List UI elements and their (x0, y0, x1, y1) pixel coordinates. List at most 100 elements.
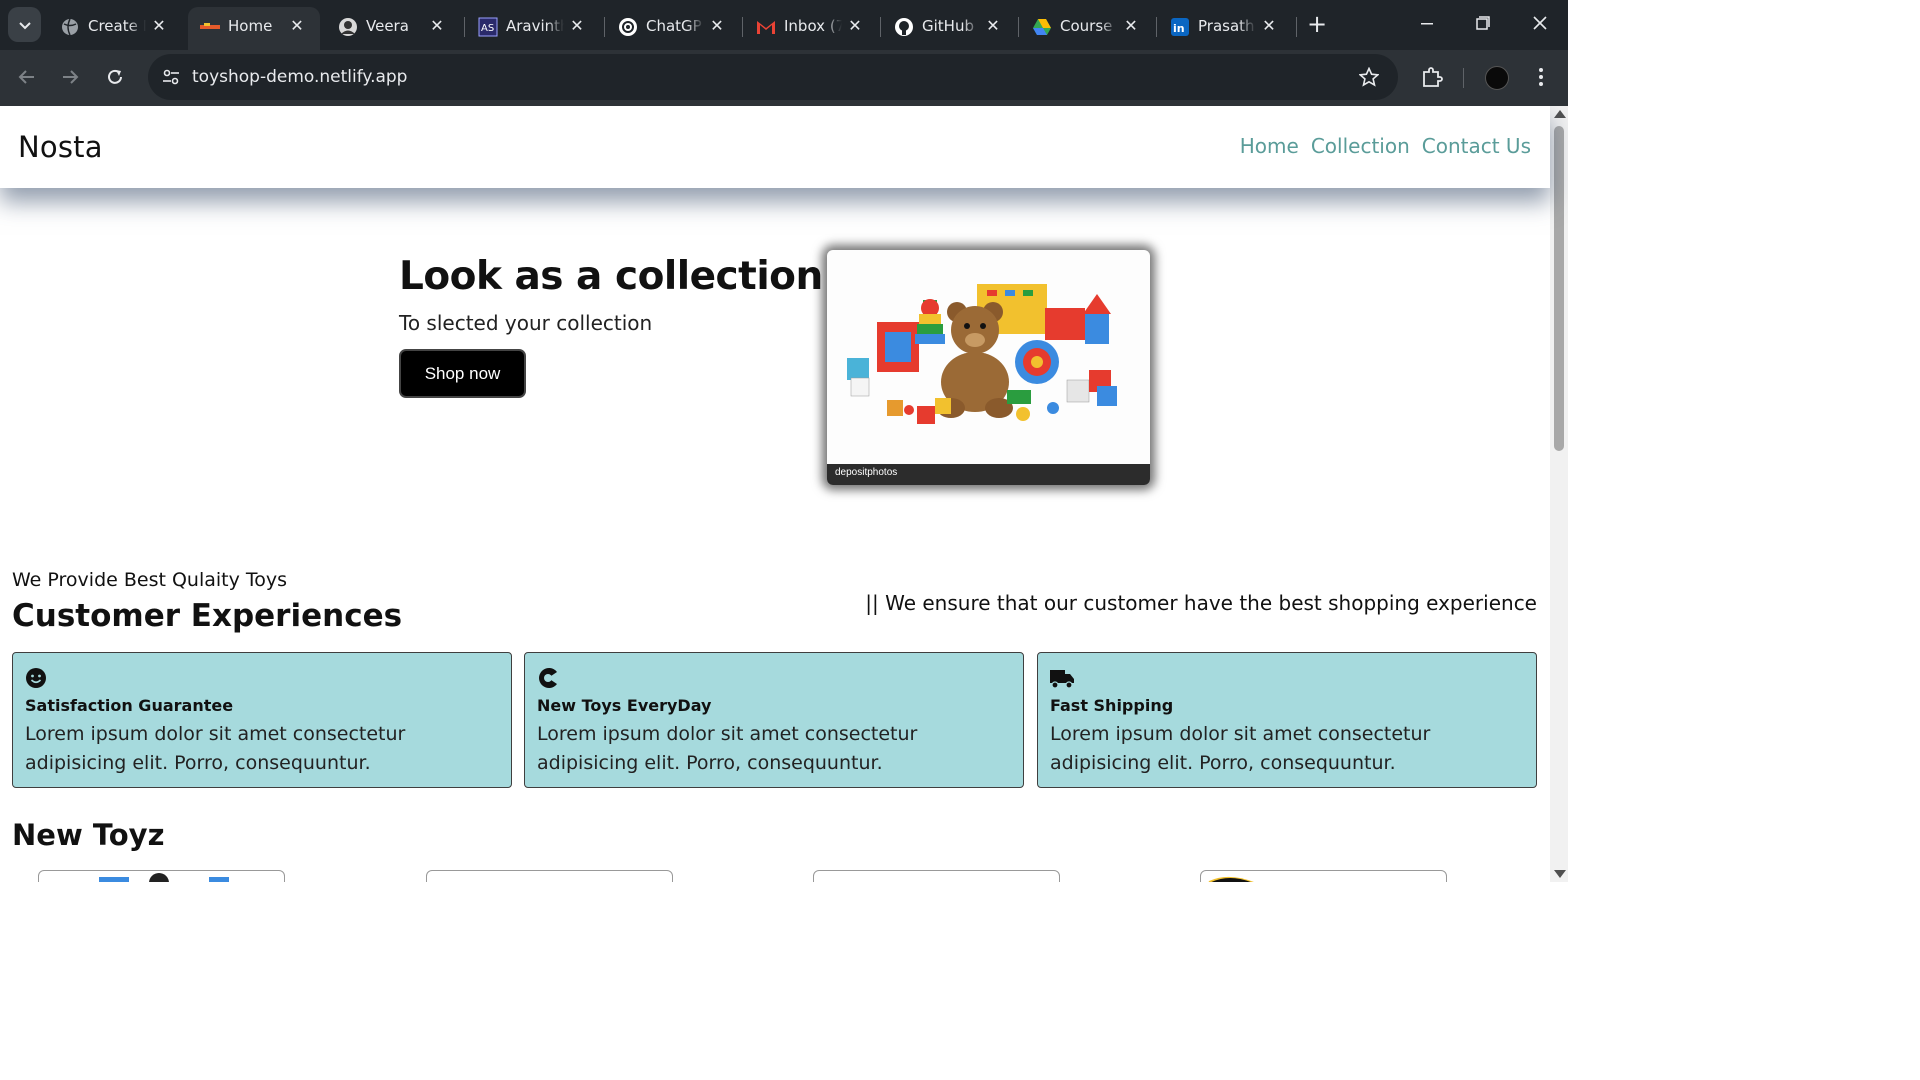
pacman-icon (539, 668, 557, 688)
feature-card-title: New Toys EveryDay (537, 696, 712, 715)
feature-card-title: Satisfaction Guarantee (25, 696, 234, 715)
linkedin-icon: in (1170, 17, 1190, 37)
feature-card: New Toys EveryDay Lorem ipsum dolor sit … (524, 652, 1024, 788)
site-logo[interactable]: Nosta (18, 130, 103, 164)
site-nav: Home Collection Contact Us (1240, 134, 1531, 158)
image-credit-bar: depositphotos (827, 464, 1150, 485)
github-icon (894, 17, 914, 37)
url-text[interactable]: toyshop-demo.netlify.app (192, 66, 407, 88)
browser-tab[interactable]: in Prasath ✕ (1158, 7, 1292, 50)
browser-tab[interactable]: AS Aravinth ✕ (466, 7, 600, 50)
tab-separator (1156, 17, 1157, 37)
tab-title: GitHub (922, 17, 974, 35)
tab-title: Aravinth (506, 17, 564, 35)
new-tab-button[interactable]: + (1304, 12, 1330, 38)
product-card[interactable] (426, 870, 673, 882)
close-icon[interactable]: ✕ (568, 17, 586, 35)
page-scrollbar[interactable] (1550, 106, 1568, 882)
browser-tab[interactable]: GitHub ✕ (882, 7, 1016, 50)
tab-title: Home (228, 17, 273, 35)
product-card[interactable] (1200, 870, 1447, 882)
minimize-button[interactable] (1414, 10, 1440, 36)
feature-card: Fast Shipping Lorem ipsum dolor sit amet… (1037, 652, 1537, 788)
smile-icon (26, 668, 46, 688)
close-icon[interactable]: ✕ (428, 17, 446, 35)
site-header: Nosta Home Collection Contact Us (0, 106, 1550, 188)
chatgpt-icon (618, 17, 638, 37)
truck-icon (1050, 670, 1074, 689)
svg-text:AS: AS (481, 23, 494, 34)
toolbar-separator (1463, 68, 1464, 88)
address-bar[interactable]: toyshop-demo.netlify.app (148, 54, 1398, 100)
svg-text:in: in (1173, 22, 1185, 35)
as-favicon-icon: AS (478, 17, 498, 37)
feature-card-text: Lorem ipsum dolor sit amet consectetur a… (1050, 723, 1431, 774)
scroll-thumb[interactable] (1554, 126, 1564, 451)
scroll-down-arrow[interactable] (1554, 870, 1566, 878)
tab-title: Inbox (7 (784, 17, 842, 35)
browser-tab-active[interactable]: Home ✕ (188, 7, 320, 50)
tab-separator (604, 17, 605, 37)
browser-tab[interactable]: Veera ✕ (326, 7, 460, 50)
nav-link-home[interactable]: Home (1240, 134, 1299, 158)
site-info-button[interactable] (158, 64, 184, 90)
browser-tab[interactable]: Inbox (7 ✕ (744, 7, 878, 50)
product-card[interactable] (38, 870, 285, 882)
back-button[interactable] (13, 63, 41, 91)
scroll-up-arrow[interactable] (1554, 110, 1566, 118)
product-card[interactable] (813, 870, 1060, 882)
tab-separator (742, 17, 743, 37)
close-icon[interactable]: ✕ (288, 17, 306, 35)
window-close-button[interactable] (1527, 10, 1553, 36)
arrow-left-icon (18, 70, 34, 84)
browser-menu-button[interactable] (1528, 63, 1554, 91)
close-icon[interactable]: ✕ (1122, 17, 1140, 35)
browser-tab[interactable]: ChatGP ✕ (606, 7, 740, 50)
close-icon[interactable]: ✕ (150, 17, 168, 35)
close-icon[interactable]: ✕ (984, 17, 1002, 35)
page-viewport: Nosta Home Collection Contact Us Look as… (0, 106, 1568, 882)
shop-now-button[interactable]: Shop now (399, 349, 526, 398)
tab-separator (1018, 17, 1019, 37)
toys-illustration (847, 284, 1117, 424)
extensions-button[interactable] (1418, 63, 1446, 91)
reload-button[interactable] (101, 63, 129, 91)
feature-card-title: Fast Shipping (1050, 696, 1174, 715)
browser-tab-strip: Create N ✕ Home ✕ Veera ✕ AS Aravinth ✕ … (0, 0, 1568, 50)
forward-button[interactable] (56, 63, 84, 91)
profile-favicon-icon (338, 17, 358, 37)
nav-link-contact[interactable]: Contact Us (1422, 134, 1531, 158)
globe-icon (60, 17, 80, 37)
tab-search-button[interactable] (8, 7, 41, 42)
profile-avatar[interactable] (1485, 66, 1509, 90)
star-icon (1359, 67, 1379, 87)
browser-tab[interactable]: Course ✕ (1020, 7, 1154, 50)
browser-tab[interactable]: Create N ✕ (48, 7, 182, 50)
close-icon[interactable]: ✕ (846, 17, 864, 35)
drive-icon (1032, 17, 1052, 37)
tab-separator (880, 17, 881, 37)
close-icon[interactable]: ✕ (708, 17, 726, 35)
site-favicon-icon (200, 17, 220, 37)
restore-icon (1476, 16, 1490, 30)
hero-title: Look as a collection (399, 254, 823, 299)
nav-link-collection[interactable]: Collection (1311, 134, 1410, 158)
tab-title: ChatGP (646, 17, 702, 35)
close-icon[interactable]: ✕ (1260, 17, 1278, 35)
arrow-right-icon (63, 70, 79, 84)
tab-title: Veera (366, 17, 409, 35)
reload-icon (108, 69, 122, 84)
bookmark-button[interactable] (1356, 64, 1382, 90)
restore-button[interactable] (1470, 10, 1496, 36)
tab-separator (464, 17, 465, 37)
more-vert-icon (1539, 68, 1543, 86)
product-image (1208, 876, 1254, 882)
new-toys-title: New Toyz (12, 818, 165, 852)
features-tagline: || We ensure that our customer have the … (865, 591, 1537, 615)
features-kicker: We Provide Best Qulaity Toys (12, 569, 288, 591)
features-title: Customer Experiences (12, 598, 403, 634)
tab-title: Create N (88, 17, 146, 35)
tune-icon (163, 69, 179, 85)
tab-separator (1296, 17, 1297, 37)
image-credit: depositphotos (835, 467, 898, 478)
